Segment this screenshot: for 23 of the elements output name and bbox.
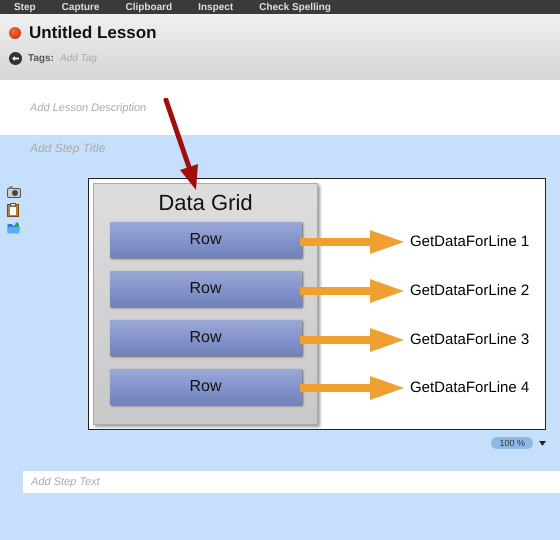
function-label: GetDataForLine 2 (410, 282, 530, 299)
lesson-title[interactable]: Untitled Lesson (29, 23, 157, 43)
menu-item[interactable]: Clipboard (125, 1, 172, 14)
menu-item[interactable]: Inspect (198, 1, 234, 14)
menu-item[interactable]: Check Spelling (259, 1, 331, 14)
dropdown-caret-icon[interactable] (539, 440, 546, 446)
function-label: GetDataForLine 4 (410, 379, 530, 396)
clipboard-icon[interactable] (7, 203, 19, 217)
folder-icon[interactable] (7, 222, 21, 234)
row-box: Row (110, 369, 302, 405)
row-box: Row (110, 222, 302, 258)
menu-item[interactable]: Capture (62, 1, 100, 14)
camera-icon[interactable] (7, 186, 21, 198)
menu-item[interactable]: Step (14, 1, 36, 14)
function-label: GetDataForLine 3 (410, 330, 530, 348)
row-box: Row (110, 271, 302, 307)
back-icon[interactable] (9, 52, 22, 65)
status-dot-icon (9, 27, 21, 39)
zoom-badge[interactable]: 100 % (491, 437, 533, 449)
row-box: Row (110, 320, 302, 356)
function-label: GetDataForLine 1 (410, 233, 530, 250)
tags-label: Tags: (28, 53, 54, 64)
data-grid-title: Data Grid (158, 190, 253, 216)
